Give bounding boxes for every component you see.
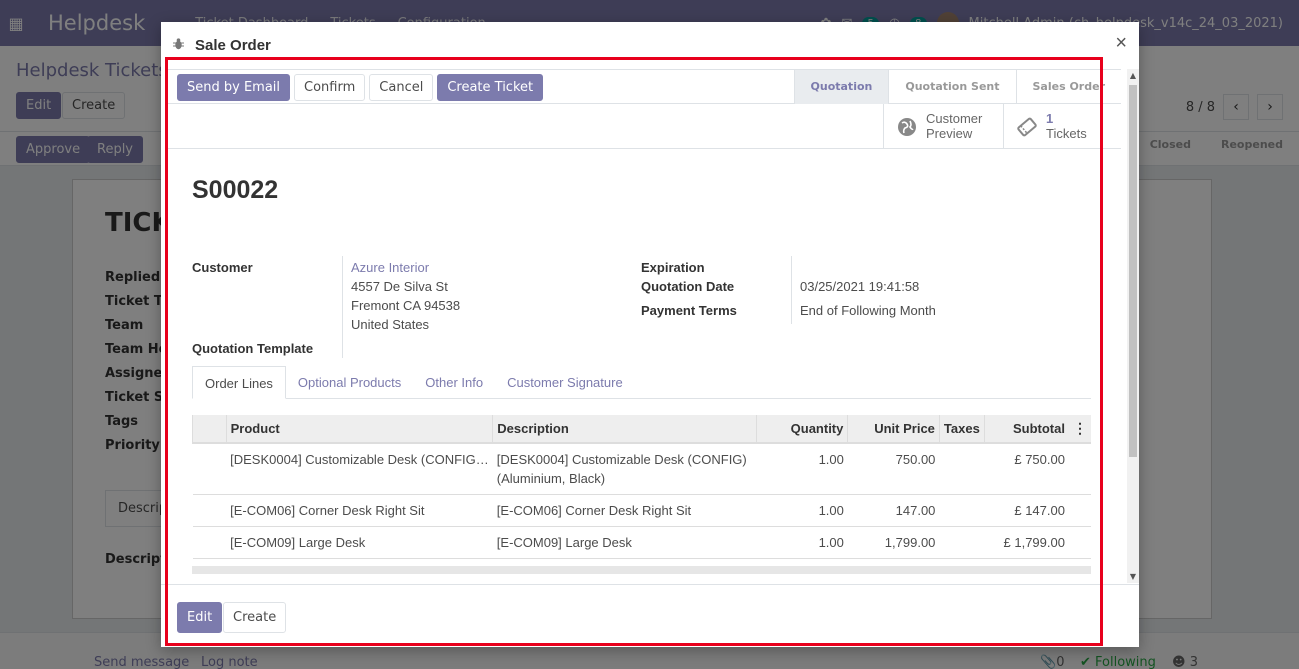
line-spacer xyxy=(1068,443,1091,495)
table-footer xyxy=(192,566,1091,574)
col-description[interactable]: Description xyxy=(492,415,757,444)
col-unit-price[interactable]: Unit Price xyxy=(847,415,940,444)
col-quantity[interactable]: Quantity xyxy=(755,415,848,444)
line-unit-price: 1,799.00 xyxy=(847,526,940,559)
col-taxes[interactable]: Taxes xyxy=(938,415,985,444)
line-spacer xyxy=(1068,526,1091,559)
create-ticket-button[interactable]: Create Ticket xyxy=(437,74,544,101)
customer-preview-button[interactable]: Customer Preview xyxy=(883,104,1003,149)
line-unit-price: 147.00 xyxy=(847,494,940,527)
sale-order-dialog: Sale Order × Send by Email Confirm Cance… xyxy=(161,22,1139,647)
row-handle xyxy=(192,494,227,527)
field-divider xyxy=(342,256,343,358)
scroll-down-icon[interactable]: ▼ xyxy=(1127,572,1139,581)
line-taxes xyxy=(939,494,985,527)
tickets-label: Tickets xyxy=(1046,125,1087,141)
column-options-icon[interactable]: ⋮ xyxy=(1068,415,1091,444)
customer-preview-line1: Customer xyxy=(926,110,983,126)
customer-label: Customer xyxy=(192,260,253,275)
scroll-thumb[interactable] xyxy=(1129,85,1137,457)
ticket-icon xyxy=(1017,117,1037,136)
tickets-button[interactable]: 1 Tickets xyxy=(1003,104,1121,149)
smart-buttons: Customer Preview 1 Tickets xyxy=(166,104,1121,149)
line-unit-price: 750.00 xyxy=(847,443,940,495)
line-subtotal: £ 147.00 xyxy=(984,494,1069,527)
globe-icon xyxy=(898,117,916,136)
dialog-header: Sale Order × xyxy=(161,22,1139,68)
line-description: [E-COM09] Large Desk xyxy=(492,526,757,559)
line-quantity: 1.00 xyxy=(756,494,848,527)
tab-order-lines[interactable]: Order Lines xyxy=(192,366,286,399)
dialog-body: Send by Email Confirm Cancel Create Tick… xyxy=(166,69,1132,583)
address-country: United States xyxy=(351,317,430,332)
line-taxes xyxy=(939,526,985,559)
line-spacer xyxy=(1068,494,1091,527)
status-sales-order[interactable]: Sales Order xyxy=(1015,70,1122,104)
quotation-date-label: Quotation Date xyxy=(641,279,735,294)
line-product: [DESK0004] Customizable Desk (CONFIG… xyxy=(230,452,489,467)
status-quotation[interactable]: Quotation xyxy=(793,70,889,104)
dialog-title: Sale Order xyxy=(195,37,271,54)
field-divider-right xyxy=(791,256,792,324)
dialog-edit-button[interactable]: Edit xyxy=(177,602,223,633)
order-lines-table: Product Description Quantity Unit Price … xyxy=(192,415,1091,559)
line-subtotal: £ 750.00 xyxy=(984,443,1069,495)
table-row[interactable]: [E-COM06] Corner Desk Right Sit [E-COM06… xyxy=(192,494,1091,527)
line-description: [E-COM06] Corner Desk Right Sit xyxy=(492,494,757,527)
row-handle xyxy=(192,443,227,495)
tab-optional-products[interactable]: Optional Products xyxy=(286,366,413,399)
bug-icon xyxy=(173,38,184,50)
line-product: [E-COM09] Large Desk xyxy=(230,535,366,550)
scroll-up-icon[interactable]: ▲ xyxy=(1127,71,1139,80)
order-number: S00022 xyxy=(192,176,279,204)
row-handle xyxy=(192,526,227,559)
confirm-button[interactable]: Confirm xyxy=(294,74,366,101)
table-header-row: Product Description Quantity Unit Price … xyxy=(192,415,1091,444)
close-icon[interactable]: × xyxy=(1115,32,1127,55)
address-street: 4557 De Silva St xyxy=(351,279,448,294)
dialog-footer: Edit Create xyxy=(161,584,1139,647)
cancel-button[interactable]: Cancel xyxy=(369,74,434,101)
tab-customer-signature[interactable]: Customer Signature xyxy=(495,366,635,399)
form-header: Send by Email Confirm Cancel Create Tick… xyxy=(166,69,1121,104)
dialog-scrollbar[interactable]: ▲ ▼ xyxy=(1127,69,1139,583)
payment-terms-value: End of Following Month xyxy=(800,303,936,318)
payment-terms-label: Payment Terms xyxy=(641,303,737,318)
customer-preview-line2: Preview xyxy=(926,125,973,141)
line-quantity: 1.00 xyxy=(756,443,848,495)
table-row[interactable]: [DESK0004] Customizable Desk (CONFIG… [D… xyxy=(192,443,1091,495)
quotation-template-label: Quotation Template xyxy=(192,341,314,356)
send-by-email-button[interactable]: Send by Email xyxy=(177,74,291,101)
tab-other-info[interactable]: Other Info xyxy=(413,366,495,399)
handle-column xyxy=(192,415,227,444)
line-description: [DESK0004] Customizable Desk (CONFIG) xyxy=(496,452,747,467)
col-product[interactable]: Product xyxy=(225,415,493,444)
line-subtotal: £ 1,799.00 xyxy=(984,526,1069,559)
line-product: [E-COM06] Corner Desk Right Sit xyxy=(230,503,425,518)
table-row[interactable]: [E-COM09] Large Desk [E-COM09] Large Des… xyxy=(192,526,1091,559)
notebook-tabs: Order Lines Optional Products Other Info… xyxy=(192,366,1091,399)
status-pipeline: Quotation Quotation Sent Sales Order xyxy=(793,70,1122,104)
line-quantity: 1.00 xyxy=(756,526,848,559)
customer-link[interactable]: Azure Interior xyxy=(351,260,429,275)
line-description-variant: (Aluminium, Black) xyxy=(496,471,606,486)
address-city: Fremont CA 94538 xyxy=(351,298,461,313)
expiration-label: Expiration xyxy=(641,260,705,275)
dialog-create-button[interactable]: Create xyxy=(223,602,287,633)
status-quotation-sent[interactable]: Quotation Sent xyxy=(888,70,1015,104)
tickets-count: 1 xyxy=(1046,110,1054,126)
col-subtotal[interactable]: Subtotal xyxy=(983,415,1069,444)
quotation-date-value: 03/25/2021 19:41:58 xyxy=(800,279,920,294)
line-taxes xyxy=(939,443,985,495)
